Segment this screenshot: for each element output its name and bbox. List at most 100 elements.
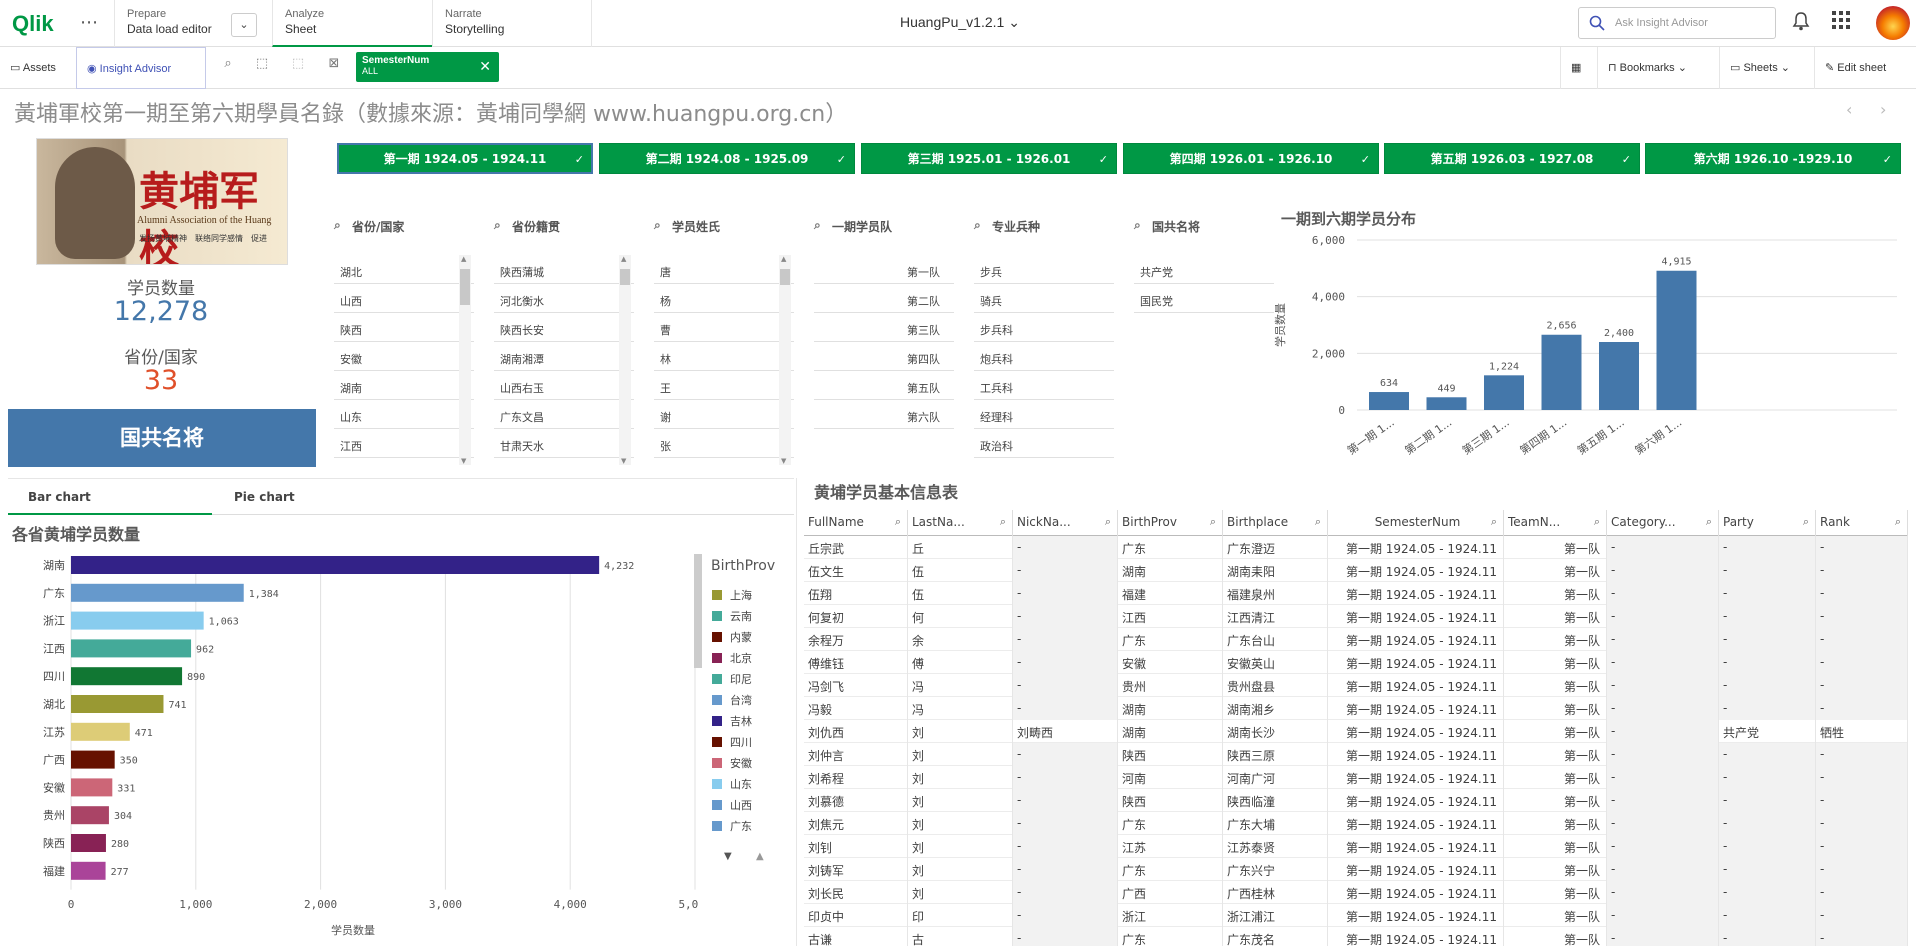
legend-item[interactable]: 广东 [712,818,752,834]
apps-grid-icon[interactable] [1832,11,1850,34]
clear-selections-icon[interactable]: ⊠ [323,53,345,75]
table-row[interactable]: 刘钊刘 - 江苏 江苏泰贤 第一期 1924.05 - 1924.11 第一队 - - - [804,835,1908,858]
table-row[interactable]: 伍翔伍 - 福建 福建泉州 第一期 1924.05 - 1924.11 第一队 - - - [804,582,1908,605]
column-header[interactable]: Party ⌕ [1719,510,1816,536]
search-icon[interactable]: ⌕ [1491,515,1497,529]
column-header[interactable]: NickNa... ⌕ [1013,510,1118,536]
filter-item[interactable]: 林 [654,342,794,371]
table-row[interactable]: 刘仲言刘 - 陕西 陕西三原 第一期 1924.05 - 1924.11 第一队 - - - [804,743,1908,766]
filter-item[interactable]: 第一队 [814,255,954,284]
search-icon[interactable]: ⌕ [1315,515,1321,529]
filter-item[interactable]: 骑兵 [974,284,1114,313]
filter-header[interactable]: ⌕ 一期学员队 [814,218,954,240]
filter-item[interactable]: 广东文昌 [494,400,634,429]
search-icon[interactable]: ⌕ [1134,218,1141,233]
filter-item[interactable]: 湖南 [334,371,474,400]
legend-scroll-up-icon[interactable]: ▲ [756,851,764,862]
filter-item[interactable]: 步兵 [974,255,1114,284]
insight-search-input[interactable]: Ask Insight Advisor [1578,7,1776,39]
table-row[interactable]: 印贞中印 - 浙江 浙江浦江 第一期 1924.05 - 1924.11 第一队 - - - [804,904,1908,927]
period-button-4[interactable]: 第四期 1926.01 - 1926.10 ✓ [1123,143,1379,174]
province-bar-chart[interactable]: 0 1,000 2,000 3,000 4,000 5,000 学员数量 湖南 4,232 广东 1… [8,548,698,948]
filter-item[interactable]: 湖南湘潭 [494,342,634,371]
filter-header[interactable]: ⌕ 学员姓氏 [654,218,794,240]
nav-narrate[interactable]: Narrate Storytelling [432,0,592,47]
filter-item[interactable]: 张 [654,429,794,458]
filter-item[interactable]: 安徽 [334,342,474,371]
filter-item[interactable]: 共产党 [1134,255,1274,284]
period-button-5[interactable]: 第五期 1926.03 - 1927.08 ✓ [1384,143,1640,174]
table-row[interactable]: 余程万余 - 广东 广东台山 第一期 1924.05 - 1924.11 第一队 - - - [804,628,1908,651]
selection-pill-semester[interactable]: SemesterNum ALL ✕ [356,52,499,82]
filter-item[interactable]: 国民党 [1134,284,1274,313]
filter-scrollbar[interactable]: ▲ ▼ [779,255,791,465]
scroll-down-icon[interactable]: ▼ [461,457,466,465]
legend-item[interactable]: 印尼 [712,671,752,687]
chevron-down-icon[interactable]: ⌄ [231,13,257,37]
nav-analyze[interactable]: Analyze Sheet [272,0,432,47]
assets-button[interactable]: ▭ Assets [0,47,74,89]
scroll-up-icon[interactable]: ▲ [461,255,466,263]
legend-item[interactable]: 上海 [712,587,752,603]
search-icon[interactable]: ⌕ [1105,515,1111,529]
column-header[interactable]: FullName ⌕ [804,510,908,536]
gc-generals-button[interactable]: 国共名将 [8,409,316,467]
filter-item[interactable]: 第三队 [814,313,954,342]
grid-layout-icon[interactable]: ▦ [1560,47,1596,89]
scroll-up-icon[interactable]: ▲ [781,255,786,263]
edit-sheet-button[interactable]: ✎ Edit sheet [1814,47,1916,89]
filter-item[interactable]: 第四队 [814,342,954,371]
table-row[interactable]: 何复初何 - 江西 江西清江 第一期 1924.05 - 1924.11 第一队 - - - [804,605,1908,628]
period-button-3[interactable]: 第三期 1925.01 - 1926.01 ✓ [861,143,1117,174]
period-button-2[interactable]: 第二期 1924.08 - 1925.09 ✓ [599,143,855,174]
app-title[interactable]: HuangPu_v1.2.1 ⌄ [900,14,1020,31]
filter-item[interactable]: 山西 [334,284,474,313]
search-icon[interactable]: ⌕ [1210,515,1216,529]
filter-item[interactable]: 山东 [334,400,474,429]
legend-item[interactable]: 山西 [712,797,752,813]
user-avatar[interactable] [1876,6,1910,40]
distribution-bar-chart[interactable]: 0 2,000 4,000 6,000 学员数量 634 第一期 1... 449 第二期 1.… [1272,228,1912,468]
legend-item[interactable]: 安徽 [712,755,752,771]
qlik-logo[interactable]: Qlik [12,11,54,37]
filter-item[interactable]: 甘肃天水 [494,429,634,458]
scroll-down-icon[interactable]: ▼ [781,457,786,465]
table-row[interactable]: 冯毅冯 - 湖南 湖南湘乡 第一期 1924.05 - 1924.11 第一队 - - - [804,697,1908,720]
period-button-6[interactable]: 第六期 1926.10 -1929.10 ✓ [1645,143,1901,174]
filter-item[interactable]: 陕西 [334,313,474,342]
forward-select-icon[interactable]: ⬚ [287,53,309,75]
search-icon[interactable]: ⌕ [1803,515,1809,529]
legend-item[interactable]: 内蒙 [712,629,752,645]
filter-header[interactable]: ⌕ 专业兵种 [974,218,1114,240]
column-header[interactable]: SemesterNum ⌕ [1328,510,1504,536]
filter-item[interactable]: 工兵科 [974,371,1114,400]
table-row[interactable]: 冯剑飞冯 - 贵州 贵州盘县 第一期 1924.05 - 1924.11 第一队 - - - [804,674,1908,697]
tab-pie-chart[interactable]: Pie chart [214,481,418,515]
filter-header[interactable]: ⌕ 省份/国家 [334,218,474,240]
legend-item[interactable]: 云南 [712,608,752,624]
period-button-1[interactable]: 第一期 1924.05 - 1924.11 ✓ [337,143,593,174]
more-menu-icon[interactable]: ⋯ [80,12,98,33]
legend-item[interactable]: 山东 [712,776,752,792]
table-row[interactable]: 傅维钰傅 - 安徽 安徽英山 第一期 1924.05 - 1924.11 第一队 - - - [804,651,1908,674]
filter-header[interactable]: ⌕ 国共名将 [1134,218,1274,240]
table-row[interactable]: 刘希程刘 - 河南 河南广河 第一期 1924.05 - 1924.11 第一队 - - - [804,766,1908,789]
lasso-select-icon[interactable]: ⬚ [251,53,273,75]
tab-bar-chart[interactable]: Bar chart [8,481,212,515]
search-icon[interactable]: ⌕ [334,218,341,233]
column-header[interactable]: Birthplace ⌕ [1223,510,1328,536]
insight-advisor-button[interactable]: ◉ Insight Advisor [76,47,206,89]
search-icon[interactable]: ⌕ [1706,515,1712,529]
legend-scrollbar[interactable] [694,554,702,668]
sheets-button[interactable]: ▭ Sheets ⌄ [1719,47,1814,89]
filter-header[interactable]: ⌕ 省份籍贯 [494,218,634,240]
column-header[interactable]: LastNa... ⌕ [908,510,1013,536]
legend-scroll-down-icon[interactable]: ▼ [724,851,732,862]
column-header[interactable]: Category... ⌕ [1607,510,1719,536]
search-icon[interactable]: ⌕ [654,218,661,233]
scroll-up-icon[interactable]: ▲ [621,255,626,263]
column-header[interactable]: BirthProv ⌕ [1118,510,1223,536]
smart-search-icon[interactable]: ⌕ [217,53,239,75]
search-icon[interactable]: ⌕ [814,218,821,233]
table-row[interactable]: 古谦古 - 广东 广东茂名 第一期 1924.05 - 1924.11 第一队 - - - [804,927,1908,946]
